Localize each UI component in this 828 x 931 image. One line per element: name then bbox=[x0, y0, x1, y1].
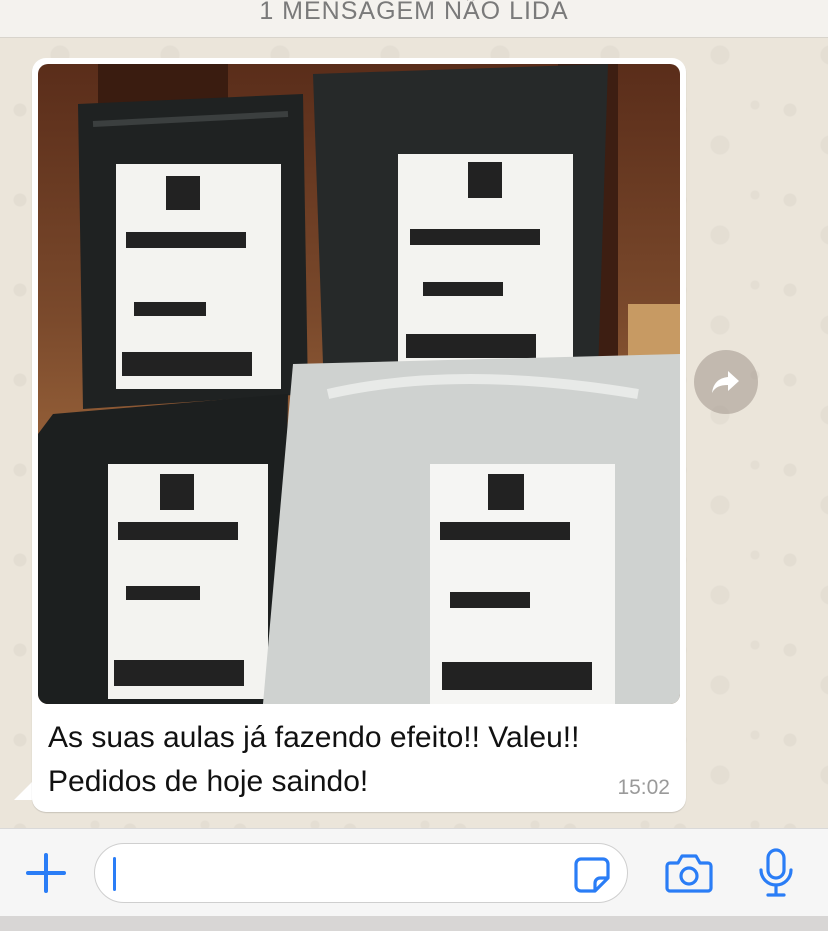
message-timestamp: 15:02 bbox=[617, 776, 670, 799]
message-photo[interactable] bbox=[38, 64, 680, 704]
attach-button[interactable] bbox=[24, 851, 68, 895]
sticker-button[interactable] bbox=[573, 856, 611, 894]
unread-banner-text: 1 MENSAGEM NÃO LIDA bbox=[259, 0, 569, 25]
microphone-button[interactable] bbox=[756, 847, 796, 899]
sticker-icon bbox=[574, 857, 610, 893]
message-input-field[interactable] bbox=[94, 843, 628, 903]
unread-messages-banner: 1 MENSAGEM NÃO LIDA bbox=[0, 0, 828, 38]
forward-button[interactable] bbox=[694, 350, 758, 414]
microphone-icon bbox=[759, 848, 793, 897]
camera-button[interactable] bbox=[664, 851, 714, 895]
text-caret bbox=[113, 857, 116, 891]
message-input[interactable] bbox=[121, 852, 561, 896]
forward-arrow-icon bbox=[712, 371, 739, 393]
bottom-strip bbox=[0, 916, 828, 931]
camera-icon bbox=[665, 854, 713, 893]
plus-icon bbox=[26, 853, 66, 893]
message-line-1: As suas aulas já fazendo efeito!! Valeu!… bbox=[48, 721, 580, 754]
message-line-2: Pedidos de hoje saindo! bbox=[48, 765, 369, 798]
chat-background: 1 MENSAGEM NÃO LIDA As suas aulas já faz… bbox=[0, 0, 828, 828]
message-input-bar bbox=[0, 828, 828, 916]
packages-photo-drawing bbox=[38, 64, 680, 704]
message-bubble[interactable]: As suas aulas já fazendo efeito!! Valeu!… bbox=[32, 58, 686, 812]
message-text: As suas aulas já fazendo efeito!! Valeu!… bbox=[48, 716, 668, 804]
